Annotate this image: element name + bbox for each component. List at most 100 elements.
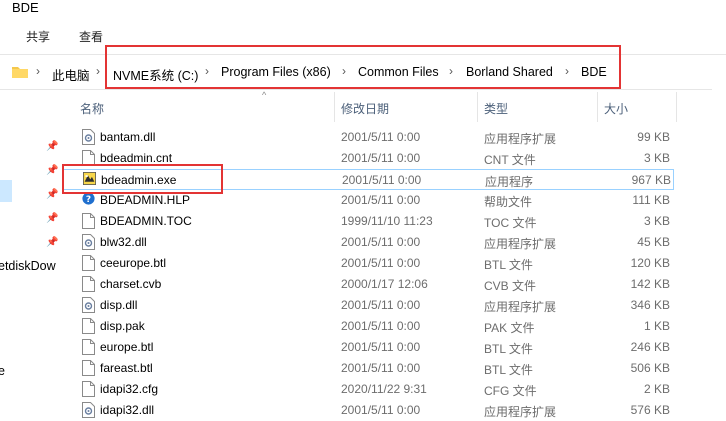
folder-icon xyxy=(12,67,28,78)
file-date: 2001/5/11 0:00 xyxy=(341,193,421,207)
dll-icon xyxy=(82,234,95,250)
file-size: 346 KB xyxy=(630,298,670,312)
file-date: 1999/11/10 11:23 xyxy=(341,214,433,228)
table-row[interactable]: europe.btl 2001/5/11 0:00 BTL 文件 246 KB xyxy=(62,337,674,358)
file-icon xyxy=(82,276,95,292)
file-date: 2000/1/17 12:06 xyxy=(341,277,428,291)
dll-icon xyxy=(82,297,95,313)
column-size[interactable]: 大小 xyxy=(604,100,628,117)
file-size: 1 KB xyxy=(643,319,670,333)
column-type[interactable]: 类型 xyxy=(484,100,508,117)
table-row[interactable]: bantam.dll 2001/5/11 0:00 应用程序扩展 99 KB xyxy=(62,127,674,148)
pin-icon[interactable]: 📌 xyxy=(46,237,58,249)
file-name: disp.pak xyxy=(100,319,145,333)
nav-item-partial[interactable]: e xyxy=(0,364,5,378)
window-title: BDE xyxy=(12,0,39,15)
file-type: 应用程序扩展 xyxy=(484,237,557,251)
file-icon xyxy=(82,318,95,334)
svg-text:?: ? xyxy=(86,195,91,205)
file-name: charset.cvb xyxy=(100,277,162,291)
column-name[interactable]: 名称 xyxy=(80,100,104,117)
file-date: 2001/5/11 0:00 xyxy=(341,361,421,375)
table-row[interactable]: idapi32.dll 2001/5/11 0:00 应用程序扩展 576 KB xyxy=(62,400,674,421)
file-icon xyxy=(82,213,95,229)
table-row[interactable]: idapi32.cfg 2020/11/22 9:31 CFG 文件 2 KB xyxy=(62,379,674,400)
file-icon xyxy=(82,255,95,271)
file-date: 2001/5/11 0:00 xyxy=(342,173,422,187)
file-type: 应用程序扩展 xyxy=(484,300,557,314)
file-type: BTL 文件 xyxy=(484,363,533,377)
address-highlight-box xyxy=(105,45,621,89)
file-type: CFG 文件 xyxy=(484,384,537,398)
file-type: BTL 文件 xyxy=(484,258,533,272)
file-type: 应用程序扩展 xyxy=(484,132,557,146)
file-date: 2001/5/11 0:00 xyxy=(341,340,421,354)
file-type: CVB 文件 xyxy=(484,279,537,293)
dll-icon xyxy=(82,402,95,418)
file-type: 应用程序 xyxy=(485,175,534,189)
file-name: idapi32.dll xyxy=(100,403,155,417)
file-name: ceeurope.btl xyxy=(100,256,167,270)
file-icon xyxy=(82,360,95,376)
file-size: 111 KB xyxy=(632,193,670,207)
file-size: 576 KB xyxy=(630,403,670,417)
help-icon: ? xyxy=(82,192,95,208)
vertical-scrollbar[interactable] xyxy=(712,88,726,413)
file-date: 2001/5/11 0:00 xyxy=(341,235,421,249)
breadcrumb-this-pc[interactable]: 此电脑 xyxy=(52,65,90,84)
file-size: 120 KB xyxy=(630,256,670,270)
column-header: ^ 名称 修改日期 类型 大小 xyxy=(62,90,726,122)
file-size: 142 KB xyxy=(630,277,670,291)
file-name: BDEADMIN.TOC xyxy=(100,214,192,228)
column-divider xyxy=(676,92,677,122)
file-date: 2001/5/11 0:00 xyxy=(341,403,421,417)
column-divider xyxy=(334,92,335,122)
file-name: fareast.btl xyxy=(100,361,153,375)
file-type: 应用程序扩展 xyxy=(484,405,557,419)
file-highlight-box xyxy=(62,164,223,194)
table-row[interactable]: fareast.btl 2001/5/11 0:00 BTL 文件 506 KB xyxy=(62,358,674,379)
file-name: bantam.dll xyxy=(100,130,156,144)
file-name: idapi32.cfg xyxy=(100,382,159,396)
column-date[interactable]: 修改日期 xyxy=(341,100,389,117)
file-date: 2001/5/11 0:00 xyxy=(341,151,421,165)
table-row[interactable]: ceeurope.btl 2001/5/11 0:00 BTL 文件 120 KB xyxy=(62,253,674,274)
column-divider xyxy=(477,92,478,122)
file-name: bdeadmin.cnt xyxy=(100,151,173,165)
file-size: 99 KB xyxy=(637,130,670,144)
nav-item-netdisk[interactable]: etdiskDow xyxy=(0,259,56,273)
file-size: 2 KB xyxy=(643,382,670,396)
file-date: 2020/11/22 9:31 xyxy=(341,382,427,396)
file-date: 2001/5/11 0:00 xyxy=(341,130,421,144)
pin-icon[interactable]: 📌 xyxy=(46,213,58,225)
file-type: 帮助文件 xyxy=(484,195,533,209)
file-date: 2001/5/11 0:00 xyxy=(341,319,421,333)
nav-selected-item[interactable] xyxy=(0,180,12,202)
file-name: BDEADMIN.HLP xyxy=(100,193,191,207)
tab-share[interactable]: 共享 xyxy=(26,28,50,45)
file-type: BTL 文件 xyxy=(484,342,533,356)
table-row[interactable]: BDEADMIN.TOC 1999/11/10 11:23 TOC 文件 3 KB xyxy=(62,211,674,232)
file-size: 506 KB xyxy=(630,361,670,375)
file-size: 3 KB xyxy=(643,214,670,228)
file-icon xyxy=(82,339,95,355)
file-date: 2001/5/11 0:00 xyxy=(341,256,421,270)
file-size: 45 KB xyxy=(637,235,670,249)
file-type: PAK 文件 xyxy=(484,321,535,335)
file-size: 3 KB xyxy=(643,151,670,165)
table-row[interactable]: disp.dll 2001/5/11 0:00 应用程序扩展 346 KB xyxy=(62,295,674,316)
file-size: 246 KB xyxy=(630,340,670,354)
table-row[interactable]: disp.pak 2001/5/11 0:00 PAK 文件 1 KB xyxy=(62,316,674,337)
pin-icon[interactable]: 📌 xyxy=(46,189,58,201)
pin-icon[interactable]: 📌 xyxy=(46,165,58,177)
pin-icon[interactable]: 📌 xyxy=(46,141,58,153)
tab-view[interactable]: 查看 xyxy=(79,28,103,45)
ribbon-tabs: 共享 查看 xyxy=(0,22,726,44)
table-row[interactable]: charset.cvb 2000/1/17 12:06 CVB 文件 142 KB xyxy=(62,274,674,295)
file-size: 967 KB xyxy=(631,173,671,187)
breadcrumb-separator-icon: › xyxy=(96,64,100,78)
file-date: 2001/5/11 0:00 xyxy=(341,298,421,312)
column-divider xyxy=(597,92,598,122)
file-type: CNT 文件 xyxy=(484,153,536,167)
table-row[interactable]: blw32.dll 2001/5/11 0:00 应用程序扩展 45 KB xyxy=(62,232,674,253)
